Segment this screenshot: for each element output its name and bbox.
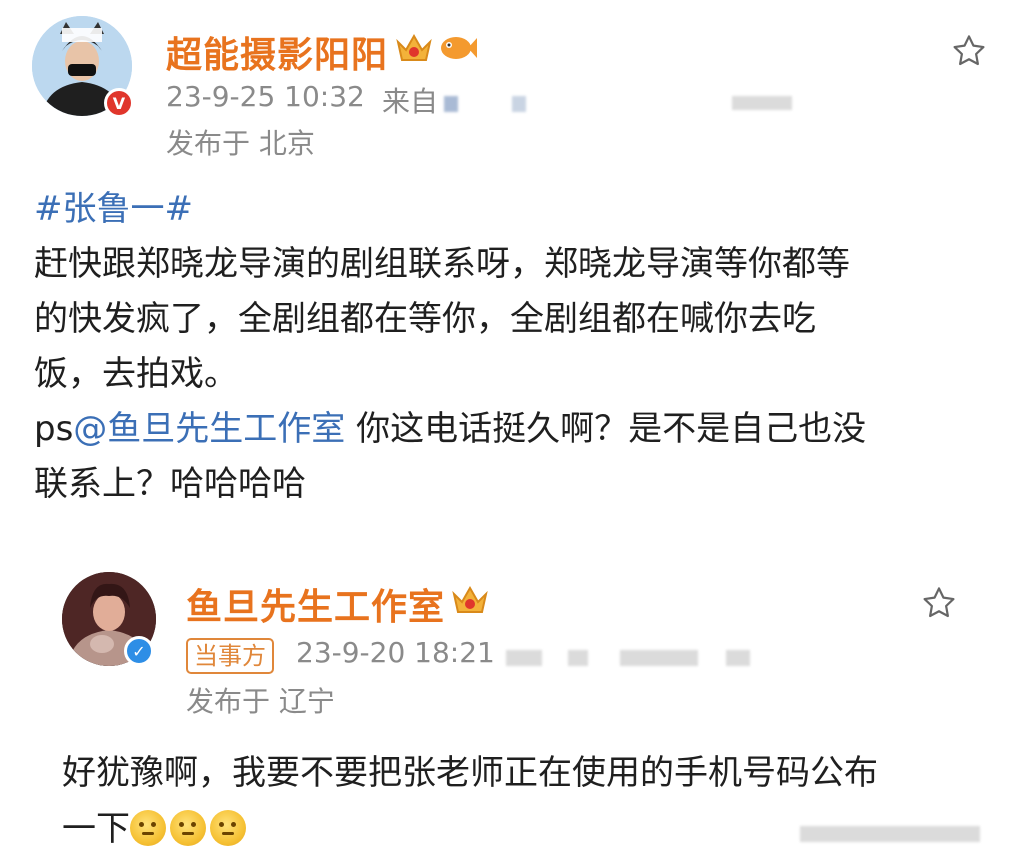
verified-badge: ✓ (124, 636, 154, 666)
reply-time: 23-9-20 18:21 (296, 636, 495, 669)
reply-text-line2: 一下 (62, 802, 250, 856)
reply-author-name[interactable]: 鱼旦先生工作室 (186, 578, 445, 630)
reply-text: 一下 (62, 809, 130, 849)
post-text-line: 饭，去拍戏。 (34, 354, 238, 394)
fish-badge-icon (438, 32, 478, 68)
post-text-line: 的快发疯了，全剧组都在等你，全剧组都在喊你去吃 (34, 299, 816, 339)
thinking-emoji-icon (170, 810, 206, 846)
favorite-star-icon[interactable] (920, 584, 958, 626)
hashtag-link[interactable]: #张鲁一# (34, 182, 193, 236)
mention-link[interactable]: @鱼旦先生工作室 (73, 409, 345, 449)
thinking-emoji-icon (210, 810, 246, 846)
reply-text-line: 好犹豫啊，我要不要把张老师正在使用的手机号码公布 (62, 753, 878, 793)
blurred-source (726, 650, 750, 666)
reply-location: 发布于 辽宁 (186, 685, 335, 718)
reply-card: ✓ 鱼旦先生工作室 当事方 23-9-20 18:21 发布于 辽宁 好犹豫啊，… (0, 540, 1024, 863)
crown-badge-icon (450, 582, 490, 622)
verified-badge: V (104, 88, 134, 118)
post-text-line: 赶快跟郑晓龙导演的剧组联系呀，郑晓龙导演等你都等 (34, 244, 850, 284)
author-name[interactable]: 超能摄影阳阳 (166, 26, 388, 78)
favorite-star-icon[interactable] (950, 32, 988, 74)
blurred-source (512, 96, 526, 112)
crown-badge-icon (394, 30, 434, 70)
blurred-footer (800, 826, 980, 842)
blurred-source (620, 650, 698, 666)
thinking-emoji-icon (130, 810, 166, 846)
ps-line: ps@鱼旦先生工作室 你这电话挺久啊？是不是自己也没 (34, 402, 866, 456)
ps-prefix: ps (34, 409, 74, 449)
party-tag: 当事方 (186, 638, 274, 674)
post-location: 发布于 北京 (166, 127, 315, 160)
post-card: V 超能摄影阳阳 23-9-25 10:32 来自 发布于 北京 #张鲁一# 赶… (0, 0, 1024, 520)
post-text-line: 联系上？哈哈哈哈 (34, 464, 306, 504)
blurred-source (568, 650, 588, 666)
ps-rest: 你这电话挺久啊？是不是自己也没 (345, 409, 867, 449)
blurred-source (732, 96, 792, 110)
post-source-prefix: 来自 (382, 85, 439, 118)
blurred-source (444, 96, 458, 112)
blurred-source (506, 650, 542, 666)
post-time: 23-9-25 10:32 (166, 80, 365, 113)
